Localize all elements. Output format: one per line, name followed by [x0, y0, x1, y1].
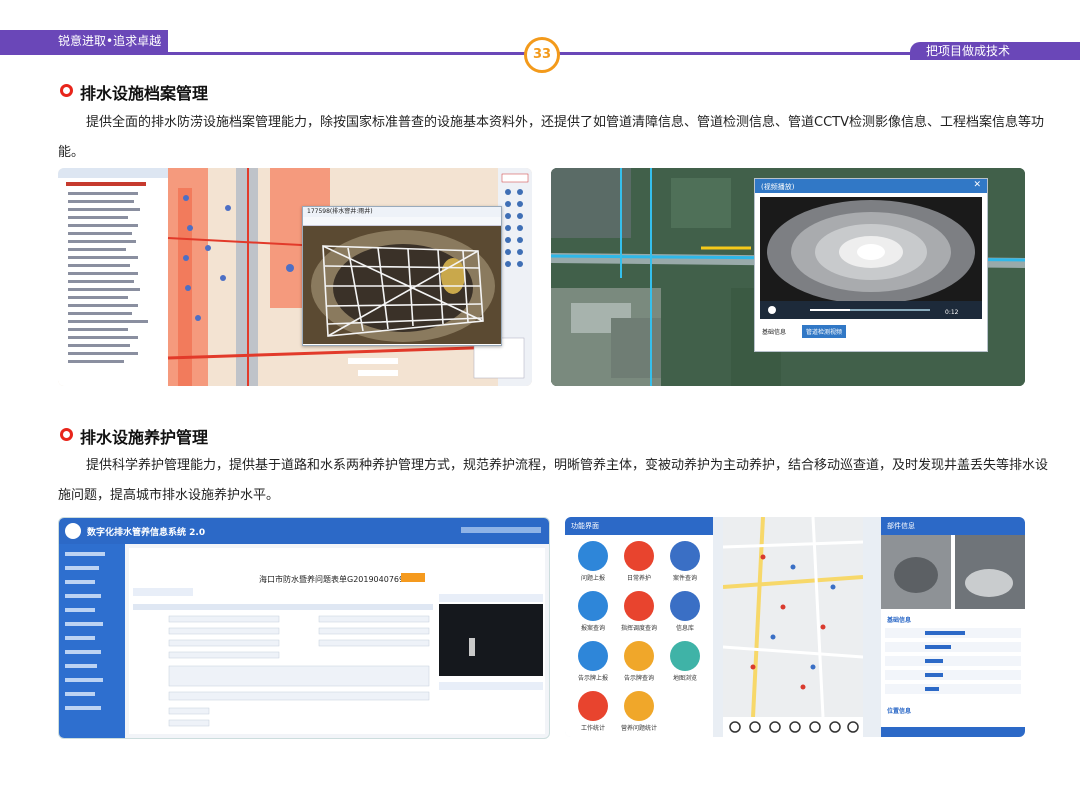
video-window-title: (视频播放)	[761, 183, 795, 191]
video-window: (视频播放) ✕ 0:12 基础信息 管道检测视频	[754, 178, 988, 352]
section1-title: 排水设施档案管理	[80, 84, 209, 103]
app-function-icon	[670, 591, 700, 621]
app-function-icon	[670, 641, 700, 671]
app-function-icon	[624, 541, 654, 571]
section-bullet-icon	[60, 428, 73, 441]
section2-paragraph: 提供科学养护管理能力，提供基于道路和水系两种养护管理方式，规范养护流程，明晰管养…	[58, 458, 1049, 503]
screenshot-gis-map: 177598(排水窨井:雨井)	[58, 168, 532, 386]
popup-tabs[interactable]	[303, 217, 501, 226]
header-left-tag: 锐意进取•追求卓越	[0, 30, 168, 52]
app-function-icon	[670, 541, 700, 571]
app-icon-label: 问题上报	[580, 575, 605, 582]
app-icon-item[interactable]: 指挥调度查询	[619, 591, 659, 632]
video-time: 0:12	[945, 309, 959, 316]
manhole-popup: 177598(排水窨井:雨井)	[302, 206, 502, 346]
app-function-icon	[624, 691, 654, 721]
close-icon[interactable]: ✕	[973, 180, 981, 190]
page-number: 33	[524, 37, 560, 73]
app-icon-label: 工作统计	[580, 725, 605, 732]
app-function-icon	[578, 591, 608, 621]
app-title: 功能界面	[565, 517, 713, 535]
pipe-video-frame	[760, 197, 982, 319]
app-icon-item[interactable]: 案件查询	[665, 541, 705, 582]
detail-title: 部件信息	[881, 517, 1025, 535]
location-info-label: 位置信息	[887, 708, 912, 715]
app-function-icon	[624, 641, 654, 671]
submit-button[interactable]	[881, 727, 1025, 737]
system-header: 数字化排水管养信息系统 2.0	[59, 518, 549, 544]
section2-title: 排水设施养护管理	[80, 428, 209, 447]
section1-paragraph: 提供全面的排水防涝设施档案管理能力，除按国家标准普查的设施基本资料外，还提供了如…	[58, 115, 1044, 160]
mobile-detail-screen: 部件信息 基础信息 位置信息	[881, 517, 1025, 737]
screenshot-maintenance-system: 数字化排水管养信息系统 2.0 海口市防水暨养问题表单G20190407699	[58, 517, 550, 739]
app-icon-label: 告示牌上报	[577, 675, 608, 682]
app-icon-item[interactable]: 告示牌查询	[619, 641, 659, 682]
mobile-map-screen	[723, 517, 863, 737]
app-icon-label: 日常养护	[626, 575, 651, 582]
system-sidebar[interactable]	[59, 544, 125, 738]
app-icon-label: 案件查询	[672, 575, 697, 582]
app-icon-item[interactable]: 地图浏览	[665, 641, 705, 682]
app-icon-label: 营养问题统计	[620, 725, 657, 732]
form-fields	[133, 588, 543, 727]
screenshot-cctv-video: (视频播放) ✕ 0:12 基础信息 管道检测视频	[551, 168, 1025, 386]
app-icon-item[interactable]: 工作统计	[573, 691, 613, 732]
app-function-icon	[624, 591, 654, 621]
detail-fields	[885, 628, 1021, 694]
app-icon-item[interactable]: 报案查询	[573, 591, 613, 632]
app-icon-item[interactable]: 日常养护	[619, 541, 659, 582]
screenshot-mobile-app: 功能界面 问题上报 日常养护 案件查询报案查询 指挥调度查询 信息库告示牌上报 告示牌查询…	[565, 517, 1025, 737]
form-area: 海口市防水暨养问题表单G20190407699	[129, 548, 545, 734]
app-icon-grid: 问题上报 日常养护 案件查询报案查询 指挥调度查询 信息库告示牌上报 告示牌查询 地图浏览工…	[565, 535, 713, 737]
app-icon-label: 信息库	[675, 625, 694, 632]
basic-info-label: 基础信息	[887, 617, 912, 624]
app-icon-label: 报案查询	[580, 625, 605, 632]
system-title: 数字化排水管养信息系统 2.0	[87, 528, 206, 538]
manhole-photo	[303, 226, 501, 344]
section-bullet-icon	[60, 84, 73, 97]
app-icon-item[interactable]: 营养问题统计	[619, 691, 659, 732]
tab-pipe-video[interactable]: 管道检测视频	[802, 325, 847, 338]
mobile-function-screen: 功能界面 问题上报 日常养护 案件查询报案查询 指挥调度查询 信息库告示牌上报 告示牌查询…	[565, 517, 713, 737]
app-function-icon	[578, 691, 608, 721]
manhole-cover-photos	[881, 535, 1025, 609]
logo-icon	[65, 523, 81, 539]
app-function-icon	[578, 641, 608, 671]
app-icon-item[interactable]: 问题上报	[573, 541, 613, 582]
app-icon-label: 地图浏览	[672, 675, 697, 682]
popup-title: 177598(排水窨井:雨井)	[303, 207, 501, 217]
app-icon-label: 告示牌查询	[623, 675, 654, 682]
app-function-icon	[578, 541, 608, 571]
tab-basic-info[interactable]: 基础信息	[762, 327, 786, 336]
app-icon-item[interactable]: 信息库	[665, 591, 705, 632]
app-icon-item[interactable]: 告示牌上报	[573, 641, 613, 682]
app-icon-label: 指挥调度查询	[620, 625, 657, 632]
header-right-tag: 把项目做成技术	[910, 42, 1080, 60]
